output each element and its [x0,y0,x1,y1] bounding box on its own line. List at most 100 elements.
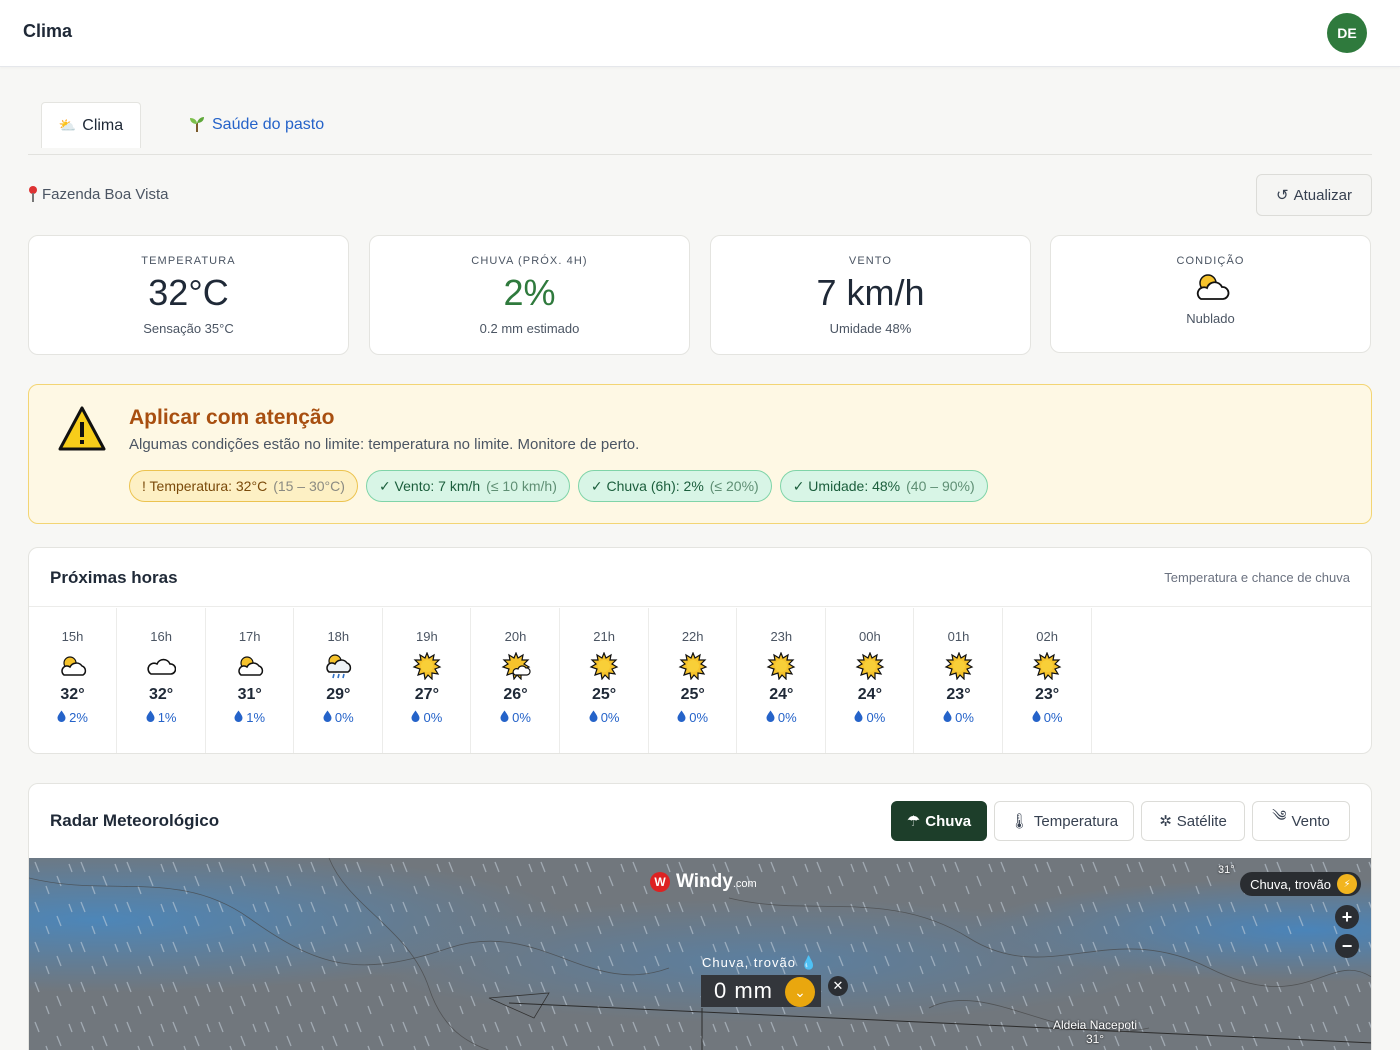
layer-button-vento[interactable]: ༄ Vento [1252,801,1350,841]
droplet-icon [943,710,952,725]
radar-card: Radar Meteorológico ☂ Chuva 🌡 Temperatur… [28,783,1372,1050]
close-icon[interactable]: ✕ [828,976,848,996]
chip-rain: ✓ Chuva (6h): 2% (≤ 20%) [577,470,772,502]
droplet-icon [411,710,420,725]
rain-value: 0% [600,710,620,725]
droplet-icon [677,710,686,725]
chip-limit: (≤ 10 km/h) [486,478,557,494]
hour-column: 01h 23° 0% [915,608,1003,753]
hour-time: 00h [859,629,881,644]
map-place-label: Aldeia Nacepoti 31° [1053,1018,1137,1046]
tab-clima[interactable]: ⛅ Clima [41,102,141,148]
condition-card: CONDIÇÃO Nublado [1050,235,1371,353]
layer-button-chuva[interactable]: ☂ Chuva [891,801,987,841]
probe-value: 0 mm [714,978,773,1003]
wind-icon: ༄ [1272,808,1287,825]
refresh-label: Atualizar [1293,186,1352,204]
zoom-out-button[interactable]: − [1335,934,1359,958]
chevron-down-icon[interactable]: ⌄ [785,977,815,1007]
droplet-icon [589,710,598,725]
hour-column: 21h 25° 0% [561,608,649,753]
hour-temperature: 24° [769,686,794,703]
windy-logo: W Windy.com [650,871,757,893]
kpi-label: CHUVA (PRÓX. 4H) [471,255,588,267]
hour-temperature: 27° [414,686,439,703]
hour-time: 19h [416,629,438,644]
rain-value: 0% [866,710,886,725]
hour-temperature: 23° [1034,686,1060,703]
sun-behind-cloud-icon [58,652,88,680]
layer-label: Temperatura [1033,812,1119,830]
kpi-sub: Sensação 35°C [143,321,234,336]
hour-rain-chance: 0% [738,710,825,725]
rain-value: 0% [689,710,709,725]
hour-rain-chance: 0% [472,710,559,725]
rain-value: 1% [157,710,177,725]
sun-icon [766,651,796,681]
droplet-icon [500,710,509,725]
hour-time: 17h [238,629,261,644]
radar-map[interactable]: W Windy.com 31° Chuva, trovão ⚡ + − Chuv… [29,858,1371,1050]
refresh-icon: ↺ [1276,187,1289,204]
tab-label: Saúde do pasto [212,116,325,133]
hour-time: 01h [947,629,970,644]
hour-time: 21h [593,629,615,644]
rain-value: 0% [512,710,531,725]
hour-column: 20h 26° 0% [472,608,560,753]
kpi-value: 7 km/h [816,272,925,313]
hour-column: 16h 32° 1% [118,608,206,753]
alert-title: Aplicar com atenção [129,406,335,429]
hour-time: 20h [504,629,527,644]
sun-behind-rain-cloud-icon [323,652,353,680]
hour-temperature: 26° [503,686,528,703]
hourly-title: Próximas horas [50,568,178,587]
seedling-icon [188,115,206,136]
app-title: Clima [23,21,73,41]
hour-rain-chance: 0% [649,710,736,725]
tab-label: Clima [82,116,124,134]
kpi-value: 32°C [148,272,229,313]
sun-icon [1032,651,1062,681]
hour-rain-chance: 0% [1004,710,1091,725]
probe-label-text: Chuva, trovão [702,955,796,970]
rain-card: CHUVA (PRÓX. 4H) 2% 0.2 mm estimado [369,235,690,355]
avatar[interactable]: DE [1327,13,1367,53]
hour-temperature: 25° [680,686,705,703]
hour-temperature: 29° [326,686,351,703]
temperature-card: TEMPERATURA 32°C Sensação 35°C [28,235,349,355]
layer-label: Chuva [925,812,972,830]
layer-button-satelite[interactable]: ✲ Satélite [1141,801,1245,841]
chip-wind: ✓ Vento: 7 km/h (≤ 10 km/h) [365,470,570,502]
kpi-label: VENTO [848,255,893,267]
hour-temperature: 32° [148,686,174,703]
place-temp: 31° [1085,1032,1105,1046]
location-label: Fazenda Boa Vista [28,185,168,203]
hour-rain-chance: 0% [826,710,913,725]
alert-message: Algumas condições estão no limite: tempe… [129,436,640,453]
condition-chips: ! Temperatura: 32°C (15 – 30°C) ✓ Vento:… [129,470,988,502]
hour-column: 15h 32° 2% [29,608,117,753]
sun-icon [678,651,708,681]
hour-rain-chance: 0% [295,710,382,725]
application-alert: Aplicar com atenção Algumas condições es… [28,384,1372,524]
hour-temperature: 24° [857,686,882,703]
sun-icon [589,651,619,681]
map-weather-tooltip[interactable]: Chuva, trovão ⚡ [1240,872,1361,896]
layer-button-temperatura[interactable]: 🌡 Temperatura [994,801,1134,841]
droplet-icon [1032,710,1041,725]
rain-value: 2% [69,710,88,725]
refresh-button[interactable]: ↺ Atualizar [1256,174,1372,216]
zoom-in-button[interactable]: + [1335,905,1359,929]
top-bar: Clima DE [0,0,1400,67]
wind-card: VENTO 7 km/h Umidade 48% [710,235,1031,355]
satellite-icon: ✲ [1159,813,1172,830]
chip-limit: (40 – 90%) [906,478,975,494]
droplet-icon [766,710,775,725]
cloud-icon [146,652,177,680]
rain-value: 0% [334,710,354,725]
layer-label: Vento [1291,812,1330,830]
sun-behind-cloud-icon [1191,271,1231,303]
tab-saude-do-pasto[interactable]: Saúde do pasto [188,102,324,148]
farm-name: Fazenda Boa Vista [42,185,169,203]
hour-column: 22h 25° 0% [649,608,738,753]
